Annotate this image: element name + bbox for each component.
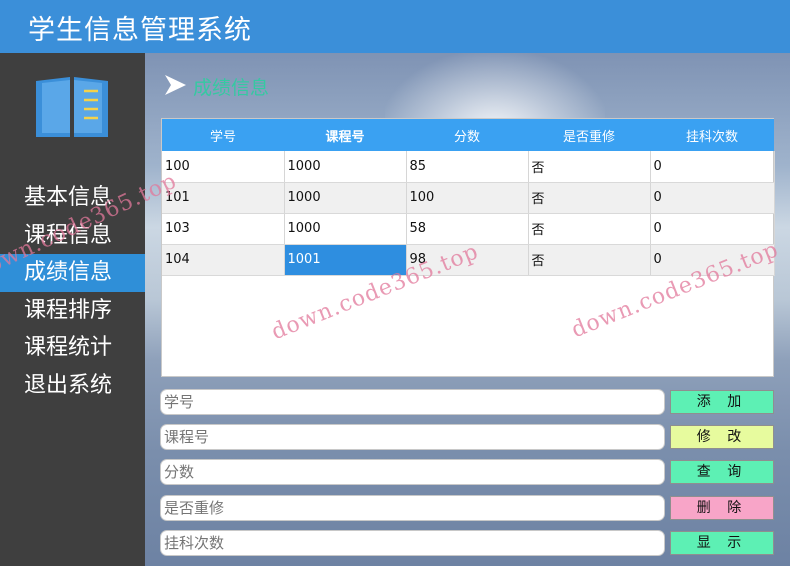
table-cell[interactable]: 0 [650, 151, 775, 183]
book-icon [36, 77, 108, 137]
main-panel: 成绩信息 学号 课程号 分数 是否重修 挂科次数 100 1000 85 否 0… [145, 53, 790, 566]
table-cell[interactable]: 0 [650, 182, 775, 214]
add-button[interactable]: 添 加 [670, 390, 774, 414]
table-cell[interactable]: 否 [528, 151, 651, 183]
form-row: 修 改 [160, 424, 775, 459]
grade-form: 添 加 修 改 查 询 删 除 显 示 [160, 389, 775, 565]
show-button[interactable]: 显 示 [670, 530, 774, 555]
form-row: 显 示 [160, 529, 775, 565]
table-header-row: 学号 课程号 分数 是否重修 挂科次数 [162, 119, 774, 151]
course-id-input[interactable] [160, 424, 665, 451]
table-row[interactable]: 101 1000 100 否 0 [162, 182, 775, 214]
table-cell[interactable]: 103 [162, 213, 285, 245]
table-cell[interactable]: 104 [162, 244, 285, 276]
fail-count-input[interactable] [160, 529, 665, 556]
section-title: 成绩信息 [193, 77, 270, 99]
table-cell[interactable]: 100 [162, 151, 285, 183]
table-cell-selected[interactable]: 1001 [284, 244, 407, 276]
table-cell[interactable]: 0 [650, 213, 775, 245]
sidebar-item-course-stats[interactable]: 课程统计 [0, 329, 145, 367]
column-header-retake[interactable]: 是否重修 [528, 119, 650, 151]
table-cell[interactable]: 1000 [284, 151, 407, 183]
query-button[interactable]: 查 询 [670, 460, 774, 485]
sidebar-item-course-sort[interactable]: 课程排序 [0, 292, 145, 330]
table-cell[interactable]: 100 [406, 182, 529, 214]
table-cell[interactable]: 58 [406, 213, 529, 245]
table-cell[interactable]: 否 [528, 244, 651, 276]
student-id-input[interactable] [160, 389, 665, 415]
column-header-fail-count[interactable]: 挂科次数 [650, 119, 774, 151]
app-title: 学生信息管理系统 [28, 15, 252, 46]
title-bar: 学生信息管理系统 [0, 0, 790, 53]
table-cell[interactable]: 101 [162, 182, 285, 214]
column-header-student-id[interactable]: 学号 [162, 119, 284, 151]
table-row[interactable]: 100 1000 85 否 0 [162, 151, 775, 183]
score-input[interactable] [160, 459, 665, 486]
column-header-score[interactable]: 分数 [406, 119, 528, 151]
table-cell[interactable]: 85 [406, 151, 529, 183]
table-row[interactable]: 103 1000 58 否 0 [162, 213, 775, 245]
table-cell[interactable]: 否 [528, 213, 651, 245]
modify-button[interactable]: 修 改 [670, 425, 774, 450]
sidebar-item-exit[interactable]: 退出系统 [0, 367, 145, 405]
retake-input[interactable] [160, 494, 665, 521]
table-cell[interactable]: 1000 [284, 213, 407, 245]
form-row: 查 询 [160, 459, 775, 494]
table-cell[interactable]: 否 [528, 182, 651, 214]
column-header-course-id[interactable]: 课程号 [284, 119, 406, 151]
sidebar: 基本信息 课程信息 成绩信息 课程排序 课程统计 退出系统 [0, 53, 145, 566]
table-cell[interactable]: 1000 [284, 182, 407, 214]
arrow-right-icon [165, 75, 186, 95]
form-row: 添 加 [160, 389, 775, 424]
form-row: 删 除 [160, 494, 775, 530]
delete-button[interactable]: 删 除 [670, 495, 774, 520]
